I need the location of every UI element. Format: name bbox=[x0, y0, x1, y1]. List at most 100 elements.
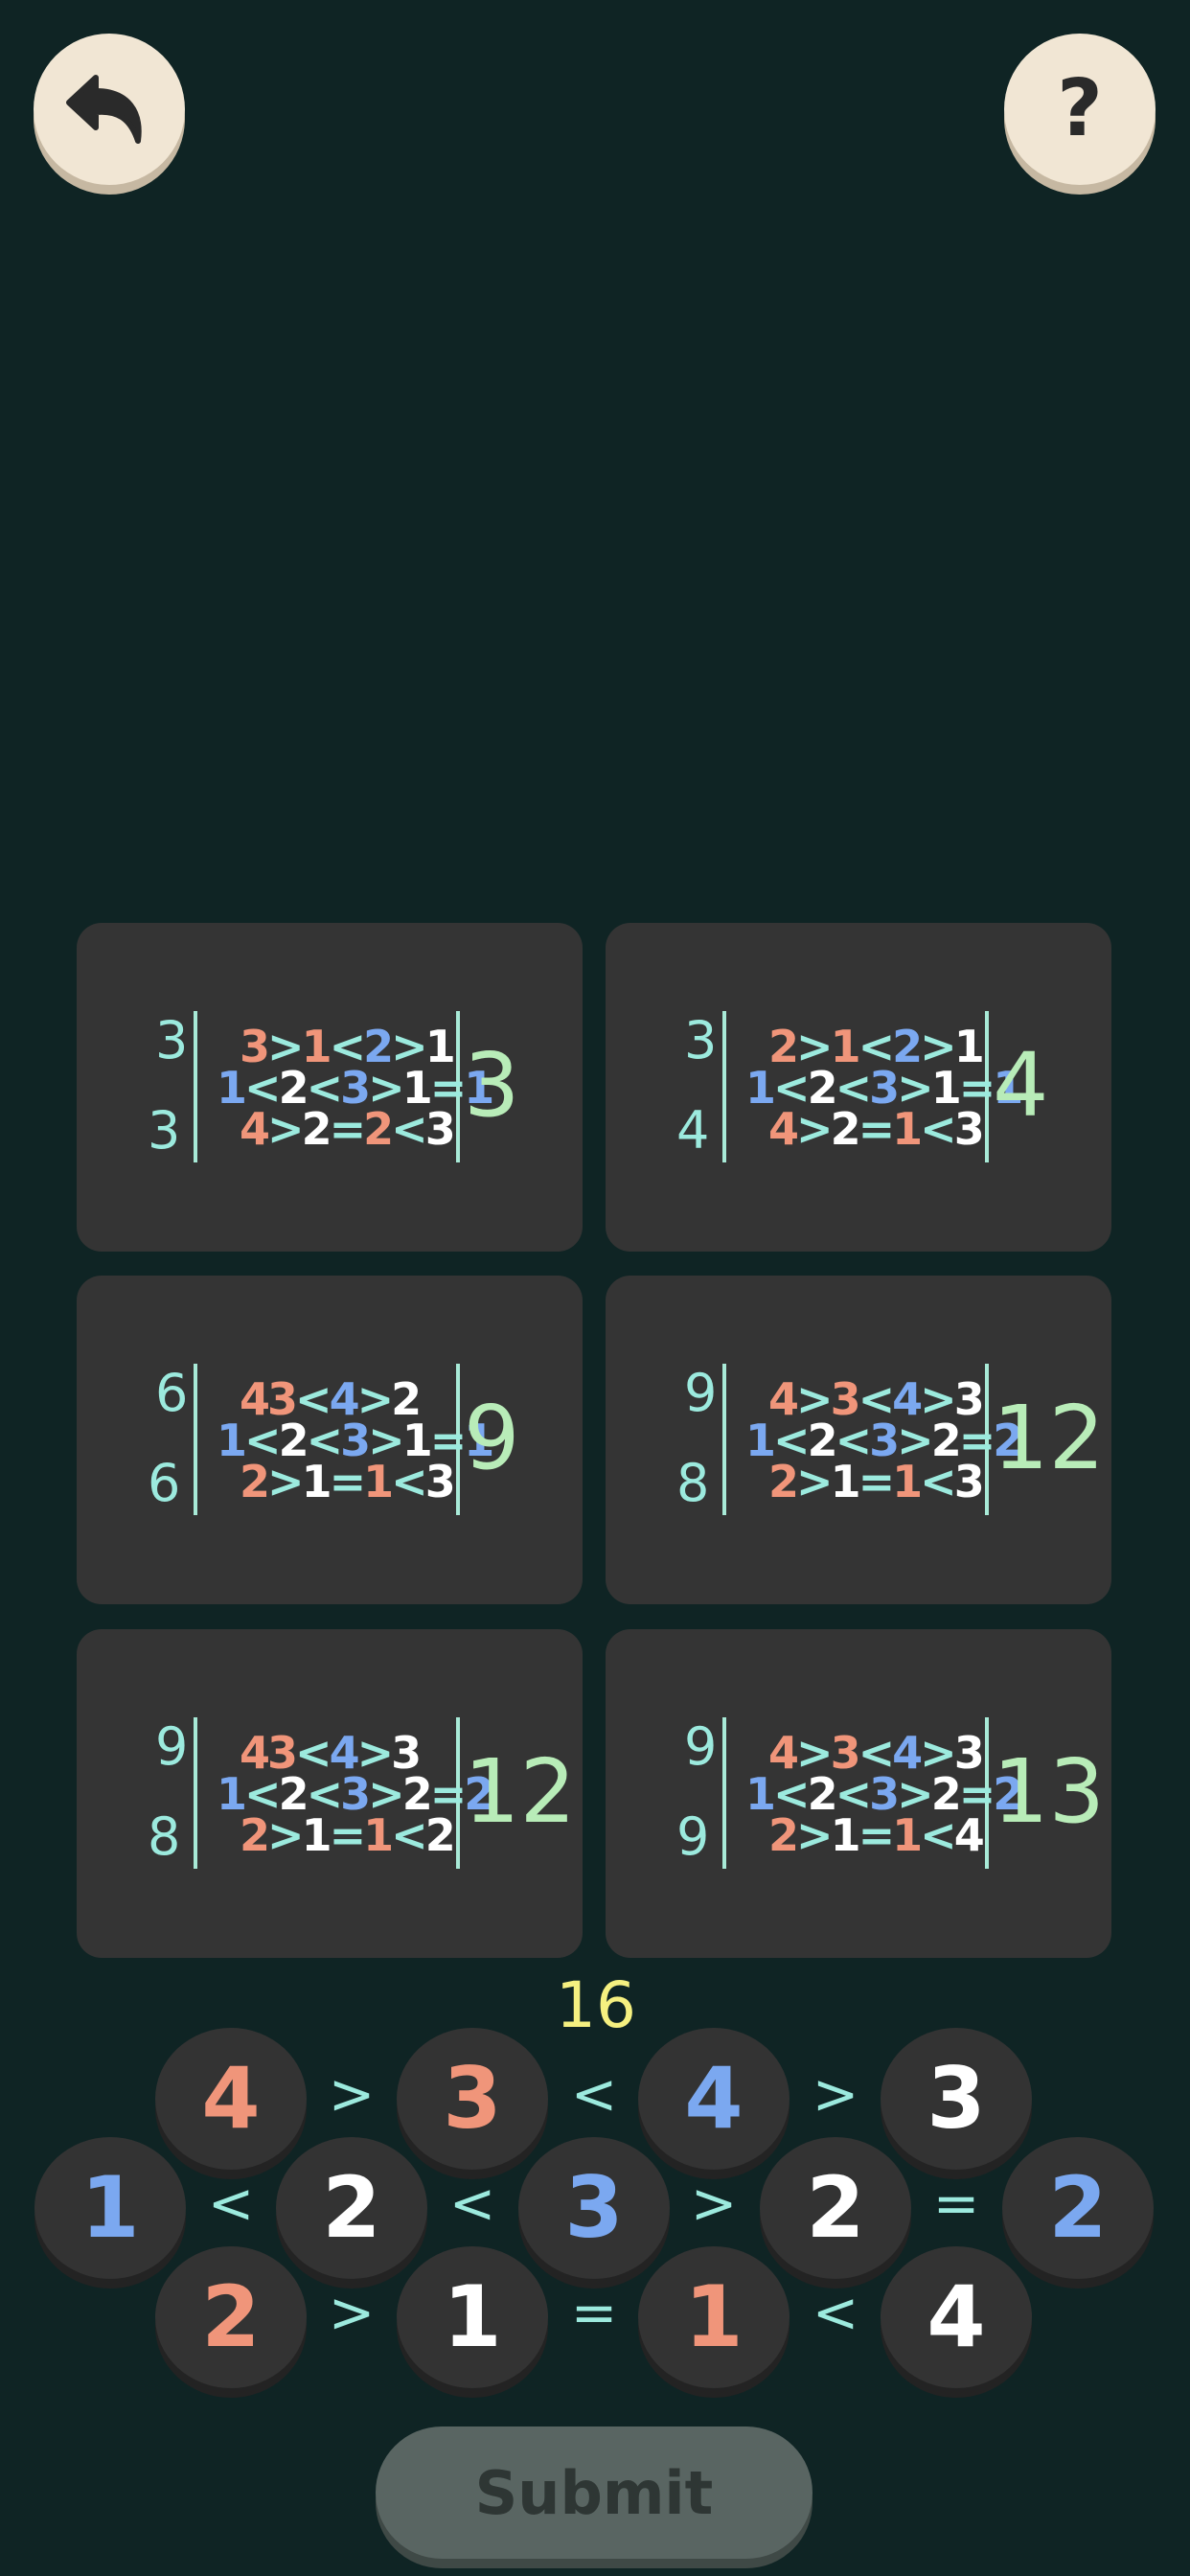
card-row: 2>1=1<3 bbox=[240, 1460, 456, 1504]
card-number: 2 bbox=[830, 1103, 861, 1155]
card-left-divider bbox=[722, 1011, 726, 1162]
card-score: 12 bbox=[993, 1387, 1106, 1489]
number-tile[interactable]: 4 bbox=[155, 2028, 307, 2170]
card-number: 1 bbox=[830, 1456, 861, 1507]
relation-operator: < bbox=[207, 2171, 255, 2236]
card-row: 4>2=1<3 bbox=[768, 1107, 985, 1151]
number-tile[interactable]: 1 bbox=[34, 2137, 186, 2279]
relation-operator: < bbox=[570, 2061, 618, 2127]
card-score: 9 bbox=[464, 1387, 520, 1489]
card-number: 2 bbox=[768, 1456, 799, 1507]
card-score: 4 bbox=[993, 1034, 1049, 1137]
card-left-bottom-value: 3 bbox=[148, 1100, 181, 1161]
card-number: 3 bbox=[953, 1103, 985, 1155]
card-number: 4 bbox=[953, 1809, 985, 1861]
card-left-top-value: 6 bbox=[155, 1363, 189, 1423]
solution-card[interactable]: 6 6 43<4>2 1<2<3>1=1 2>1=1<3 9 bbox=[77, 1276, 583, 1604]
card-operator: = bbox=[858, 1103, 896, 1155]
card-number: 2 bbox=[301, 1103, 332, 1155]
card-operator: = bbox=[858, 1809, 896, 1861]
card-score: 13 bbox=[993, 1740, 1106, 1843]
card-row: 4>2=2<3 bbox=[240, 1107, 456, 1151]
relation-operator: > bbox=[812, 2061, 859, 2127]
number-tile[interactable]: 3 bbox=[881, 2028, 1032, 2170]
card-operator: = bbox=[858, 1456, 896, 1507]
relation-operator: < bbox=[448, 2171, 496, 2236]
card-left-bottom-value: 8 bbox=[676, 1453, 710, 1513]
submit-button[interactable]: Submit bbox=[376, 2426, 812, 2559]
card-number: 3 bbox=[424, 1103, 456, 1155]
number-tile[interactable]: 2 bbox=[760, 2137, 911, 2279]
card-number: 1 bbox=[892, 1103, 923, 1155]
solution-card[interactable]: 9 8 43<4>3 1<2<3>2=2 2>1=1<2 12 bbox=[77, 1629, 583, 1958]
number-tile[interactable]: 4 bbox=[638, 2028, 790, 2170]
card-left-bottom-value: 4 bbox=[676, 1100, 710, 1161]
number-tile[interactable]: 2 bbox=[155, 2246, 307, 2388]
card-left-divider bbox=[194, 1011, 197, 1162]
back-button[interactable] bbox=[34, 34, 185, 185]
card-operator: > bbox=[796, 1456, 834, 1507]
card-operator: = bbox=[329, 1809, 367, 1861]
card-number: 1 bbox=[830, 1809, 861, 1861]
card-number: 2 bbox=[768, 1809, 799, 1861]
card-number: 1 bbox=[301, 1456, 332, 1507]
card-number: 2 bbox=[240, 1809, 270, 1861]
card-left-bottom-value: 9 bbox=[676, 1806, 710, 1867]
card-operator: < bbox=[391, 1456, 428, 1507]
card-number: 4 bbox=[240, 1103, 270, 1155]
card-left-divider bbox=[194, 1717, 197, 1869]
card-number: 1 bbox=[363, 1456, 394, 1507]
card-score: 3 bbox=[464, 1034, 520, 1137]
relation-operator: < bbox=[812, 2280, 859, 2345]
relation-operator: = bbox=[570, 2280, 618, 2345]
number-tile[interactable]: 1 bbox=[638, 2246, 790, 2388]
card-operator: = bbox=[329, 1456, 367, 1507]
card-score: 12 bbox=[464, 1740, 577, 1843]
solution-card[interactable]: 9 8 4>3<4>3 1<2<3>2=2 2>1=1<3 12 bbox=[606, 1276, 1111, 1604]
number-tile[interactable]: 3 bbox=[518, 2137, 670, 2279]
card-operator: > bbox=[796, 1809, 834, 1861]
card-left-top-value: 3 bbox=[684, 1010, 718, 1070]
card-number: 3 bbox=[953, 1456, 985, 1507]
solution-card[interactable]: 3 3 3>1<2>1 1<2<3>1=1 4>2=2<3 3 bbox=[77, 923, 583, 1252]
card-number: 4 bbox=[768, 1103, 799, 1155]
solution-card[interactable]: 3 4 2>1<2>1 1<2<3>1=1 4>2=1<3 4 bbox=[606, 923, 1111, 1252]
number-tile[interactable]: 4 bbox=[881, 2246, 1032, 2388]
card-number: 3 bbox=[424, 1456, 456, 1507]
card-operator: > bbox=[796, 1103, 834, 1155]
card-left-bottom-value: 6 bbox=[148, 1453, 181, 1513]
number-tile[interactable]: 2 bbox=[1002, 2137, 1154, 2279]
card-operator: > bbox=[267, 1456, 305, 1507]
number-tile[interactable]: 3 bbox=[397, 2028, 548, 2170]
relation-operator: > bbox=[328, 2061, 376, 2127]
card-number: 2 bbox=[363, 1103, 394, 1155]
card-left-bottom-value: 8 bbox=[148, 1806, 181, 1867]
number-tile[interactable]: 1 bbox=[397, 2246, 548, 2388]
card-left-divider bbox=[722, 1717, 726, 1869]
card-number: 1 bbox=[892, 1456, 923, 1507]
solution-card[interactable]: 9 9 4>3<4>3 1<2<3>2=2 2>1=1<4 13 bbox=[606, 1629, 1111, 1958]
help-button[interactable]: ? bbox=[1004, 34, 1156, 185]
relation-operator: > bbox=[690, 2171, 738, 2236]
card-operator: < bbox=[391, 1103, 428, 1155]
card-left-divider bbox=[722, 1364, 726, 1515]
card-row: 2>1=1<2 bbox=[240, 1813, 456, 1857]
relation-operator: > bbox=[328, 2280, 376, 2345]
relation-operator: = bbox=[932, 2171, 980, 2236]
card-number: 1 bbox=[301, 1809, 332, 1861]
card-number: 2 bbox=[424, 1809, 456, 1861]
number-tile[interactable]: 2 bbox=[276, 2137, 427, 2279]
target-value: 16 bbox=[556, 1968, 636, 2042]
card-operator: < bbox=[920, 1456, 957, 1507]
card-left-divider bbox=[194, 1364, 197, 1515]
card-left-top-value: 9 bbox=[684, 1716, 718, 1777]
card-number: 2 bbox=[240, 1456, 270, 1507]
card-operator: > bbox=[267, 1809, 305, 1861]
card-number: 1 bbox=[363, 1809, 394, 1861]
card-left-top-value: 9 bbox=[684, 1363, 718, 1423]
card-operator: < bbox=[391, 1809, 428, 1861]
card-left-top-value: 3 bbox=[155, 1010, 189, 1070]
card-row: 2>1=1<3 bbox=[768, 1460, 985, 1504]
undo-arrow-icon bbox=[61, 64, 157, 154]
card-operator: < bbox=[920, 1809, 957, 1861]
